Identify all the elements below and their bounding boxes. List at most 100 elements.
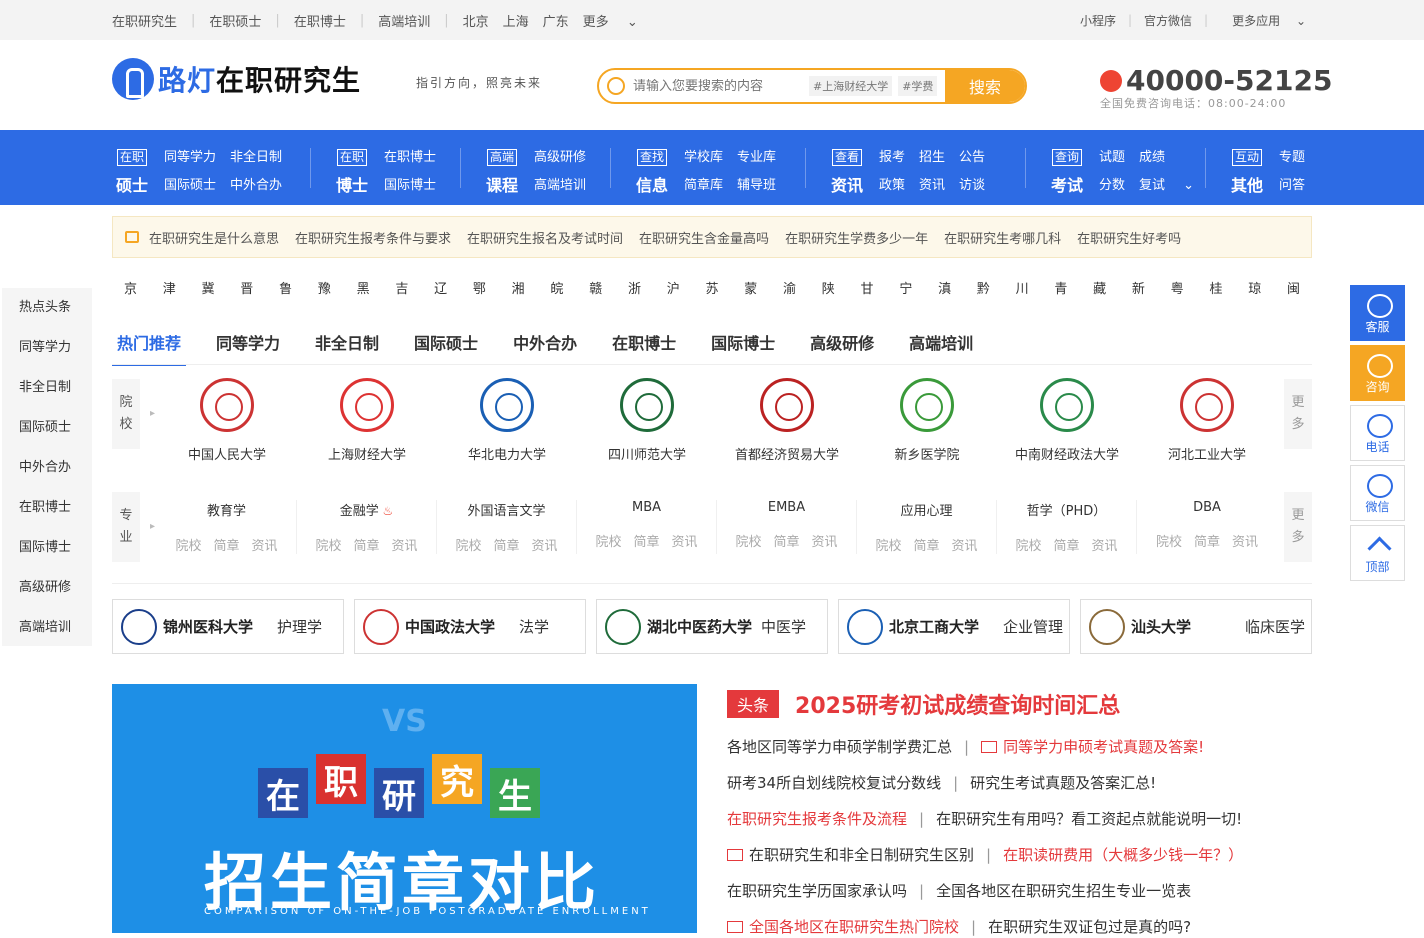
nav-item[interactable]: 访谈 <box>959 178 985 193</box>
major-sublink[interactable]: 资讯 <box>1092 539 1118 554</box>
province-link[interactable]: 苏 <box>705 278 718 297</box>
province-link[interactable]: 闽 <box>1287 278 1300 297</box>
city-beijing[interactable]: 北京 <box>463 11 489 30</box>
sidebar-item[interactable]: 热点头条 <box>2 288 92 328</box>
school-item[interactable]: 上海财经大学 <box>297 378 437 463</box>
province-link[interactable]: 黑 <box>357 278 370 297</box>
schools-more-button[interactable]: 更多 <box>1284 379 1312 449</box>
nav-item[interactable]: 试题 <box>1099 150 1125 165</box>
tab-item[interactable]: 在职博士 <box>607 330 681 366</box>
nav-item[interactable]: 非全日制 <box>230 150 282 165</box>
major-sublink[interactable]: 院校 <box>315 539 341 554</box>
news-link[interactable]: 在职研究生学历国家承认吗 <box>727 882 907 900</box>
nav-group-head[interactable]: 高端 课程 <box>482 146 522 196</box>
news-link[interactable]: 同等学力申硕考试真题及答案! <box>981 738 1204 756</box>
nav-group-head[interactable]: 在职 硕士 <box>112 146 152 196</box>
news-link[interactable]: 全国各地区在职研究生招生专业一览表 <box>936 882 1191 900</box>
sidebar-item[interactable]: 同等学力 <box>2 328 92 368</box>
province-link[interactable]: 鲁 <box>279 278 292 297</box>
nav-item[interactable]: 简章库 <box>684 178 723 193</box>
major-sublink[interactable]: 资讯 <box>812 535 838 550</box>
sidebar-item[interactable]: 高端培训 <box>2 608 92 648</box>
nav-group-head[interactable]: 在职 博士 <box>332 146 372 196</box>
major-sublink[interactable]: 简章 <box>773 535 799 550</box>
province-link[interactable]: 粤 <box>1171 278 1184 297</box>
major-name[interactable]: 外国语言文学 <box>437 500 576 519</box>
nav-item[interactable]: 国际博士 <box>384 178 436 193</box>
tab-item[interactable]: 高级研修 <box>805 330 879 366</box>
major-name[interactable]: DBA <box>1137 500 1277 515</box>
tab-item[interactable]: 同等学力 <box>211 330 285 366</box>
nav-item[interactable]: 高级研修 <box>534 150 586 165</box>
nav-item[interactable]: 专业库 <box>737 150 776 165</box>
major-sublink[interactable]: 资讯 <box>392 539 418 554</box>
school-item[interactable]: 中南财经政法大学 <box>997 378 1137 463</box>
top-link-master[interactable]: 在职硕士 <box>209 11 261 30</box>
major-sublink[interactable]: 院校 <box>595 535 621 550</box>
province-link[interactable]: 蒙 <box>744 278 757 297</box>
city-shanghai[interactable]: 上海 <box>503 11 529 30</box>
major-sublink[interactable]: 简章 <box>353 539 379 554</box>
province-link[interactable]: 鄂 <box>473 278 486 297</box>
news-link[interactable]: 各地区同等学力申硕学制学费汇总 <box>727 738 952 756</box>
province-link[interactable]: 吉 <box>395 278 408 297</box>
sidebar-item[interactable]: 中外合办 <box>2 448 92 488</box>
major-sublink[interactable]: 简章 <box>493 539 519 554</box>
tab-item[interactable]: 国际硕士 <box>409 330 483 366</box>
major-sublink[interactable]: 资讯 <box>252 539 278 554</box>
notice-link[interactable]: 在职研究生学费多少一年 <box>785 228 928 247</box>
mini-program-link[interactable]: 小程序 <box>1080 12 1116 29</box>
province-link[interactable]: 青 <box>1054 278 1067 297</box>
majors-more-button[interactable]: 更多 <box>1284 492 1312 562</box>
nav-group-head[interactable]: 查询 考试 <box>1047 146 1087 196</box>
major-sublink[interactable]: 资讯 <box>532 539 558 554</box>
major-sublink[interactable]: 资讯 <box>1232 535 1258 550</box>
nav-item[interactable]: 招生 <box>919 150 945 165</box>
sidebar-item[interactable]: 国际硕士 <box>2 408 92 448</box>
sidebar-item[interactable]: 非全日制 <box>2 368 92 408</box>
wechat-link[interactable]: 官方微信 <box>1144 12 1192 29</box>
major-sublink[interactable]: 简章 <box>213 539 239 554</box>
province-link[interactable]: 宁 <box>899 278 912 297</box>
nav-item[interactable]: 分数 <box>1099 178 1125 193</box>
notice-link[interactable]: 在职研究生好考吗 <box>1077 228 1181 247</box>
province-link[interactable]: 新 <box>1132 278 1145 297</box>
province-link[interactable]: 沪 <box>667 278 680 297</box>
banner[interactable]: VS 在 职 研 究 生 招生简章对比 COMPARISON OF ON-THE… <box>112 684 697 933</box>
tab-item[interactable]: 中外合办 <box>508 330 582 366</box>
major-sublink[interactable]: 院校 <box>735 535 761 550</box>
major-sublink[interactable]: 简章 <box>1194 535 1220 550</box>
major-name[interactable]: 教育学 <box>157 500 296 519</box>
province-link[interactable]: 京 <box>124 278 137 297</box>
major-sublink[interactable]: 院校 <box>455 539 481 554</box>
university-ad[interactable]: 中国政法大学 法学 <box>354 599 586 654</box>
province-link[interactable]: 川 <box>1016 278 1029 297</box>
major-sublink[interactable]: 院校 <box>175 539 201 554</box>
wechat-button[interactable]: 微信 <box>1350 465 1405 521</box>
nav-item[interactable]: 同等学力 <box>164 150 216 165</box>
university-ad[interactable]: 锦州医科大学 护理学 <box>112 599 344 654</box>
back-to-top-button[interactable]: 顶部 <box>1350 525 1405 581</box>
site-logo[interactable]: 路灯在职研究生 <box>112 58 361 100</box>
sidebar-item[interactable]: 高级研修 <box>2 568 92 608</box>
school-item[interactable]: 新乡医学院 <box>857 378 997 463</box>
nav-item[interactable]: 学校库 <box>684 150 723 165</box>
phone-button[interactable]: 电话 <box>1350 405 1405 461</box>
search-button[interactable]: 搜索 <box>945 70 1025 102</box>
province-link[interactable]: 津 <box>163 278 176 297</box>
province-link[interactable]: 藏 <box>1093 278 1106 297</box>
sidebar-item[interactable]: 在职博士 <box>2 488 92 528</box>
nav-item[interactable]: 辅导班 <box>737 178 776 193</box>
university-ad[interactable]: 湖北中医药大学 中医学 <box>596 599 828 654</box>
province-link[interactable]: 晋 <box>240 278 253 297</box>
province-link[interactable]: 辽 <box>434 278 447 297</box>
notice-link[interactable]: 在职研究生是什么意思 <box>149 228 279 247</box>
major-sublink[interactable]: 简章 <box>633 535 659 550</box>
city-more[interactable]: 更多 ⌄ <box>583 11 652 30</box>
tab-item[interactable]: 高端培训 <box>904 330 978 366</box>
major-sublink[interactable]: 院校 <box>1015 539 1041 554</box>
news-link[interactable]: 在职读研费用（大概多少钱一年？） <box>1003 846 1243 864</box>
major-sublink[interactable]: 院校 <box>875 539 901 554</box>
major-sublink[interactable]: 资讯 <box>952 539 978 554</box>
province-link[interactable]: 皖 <box>550 278 563 297</box>
